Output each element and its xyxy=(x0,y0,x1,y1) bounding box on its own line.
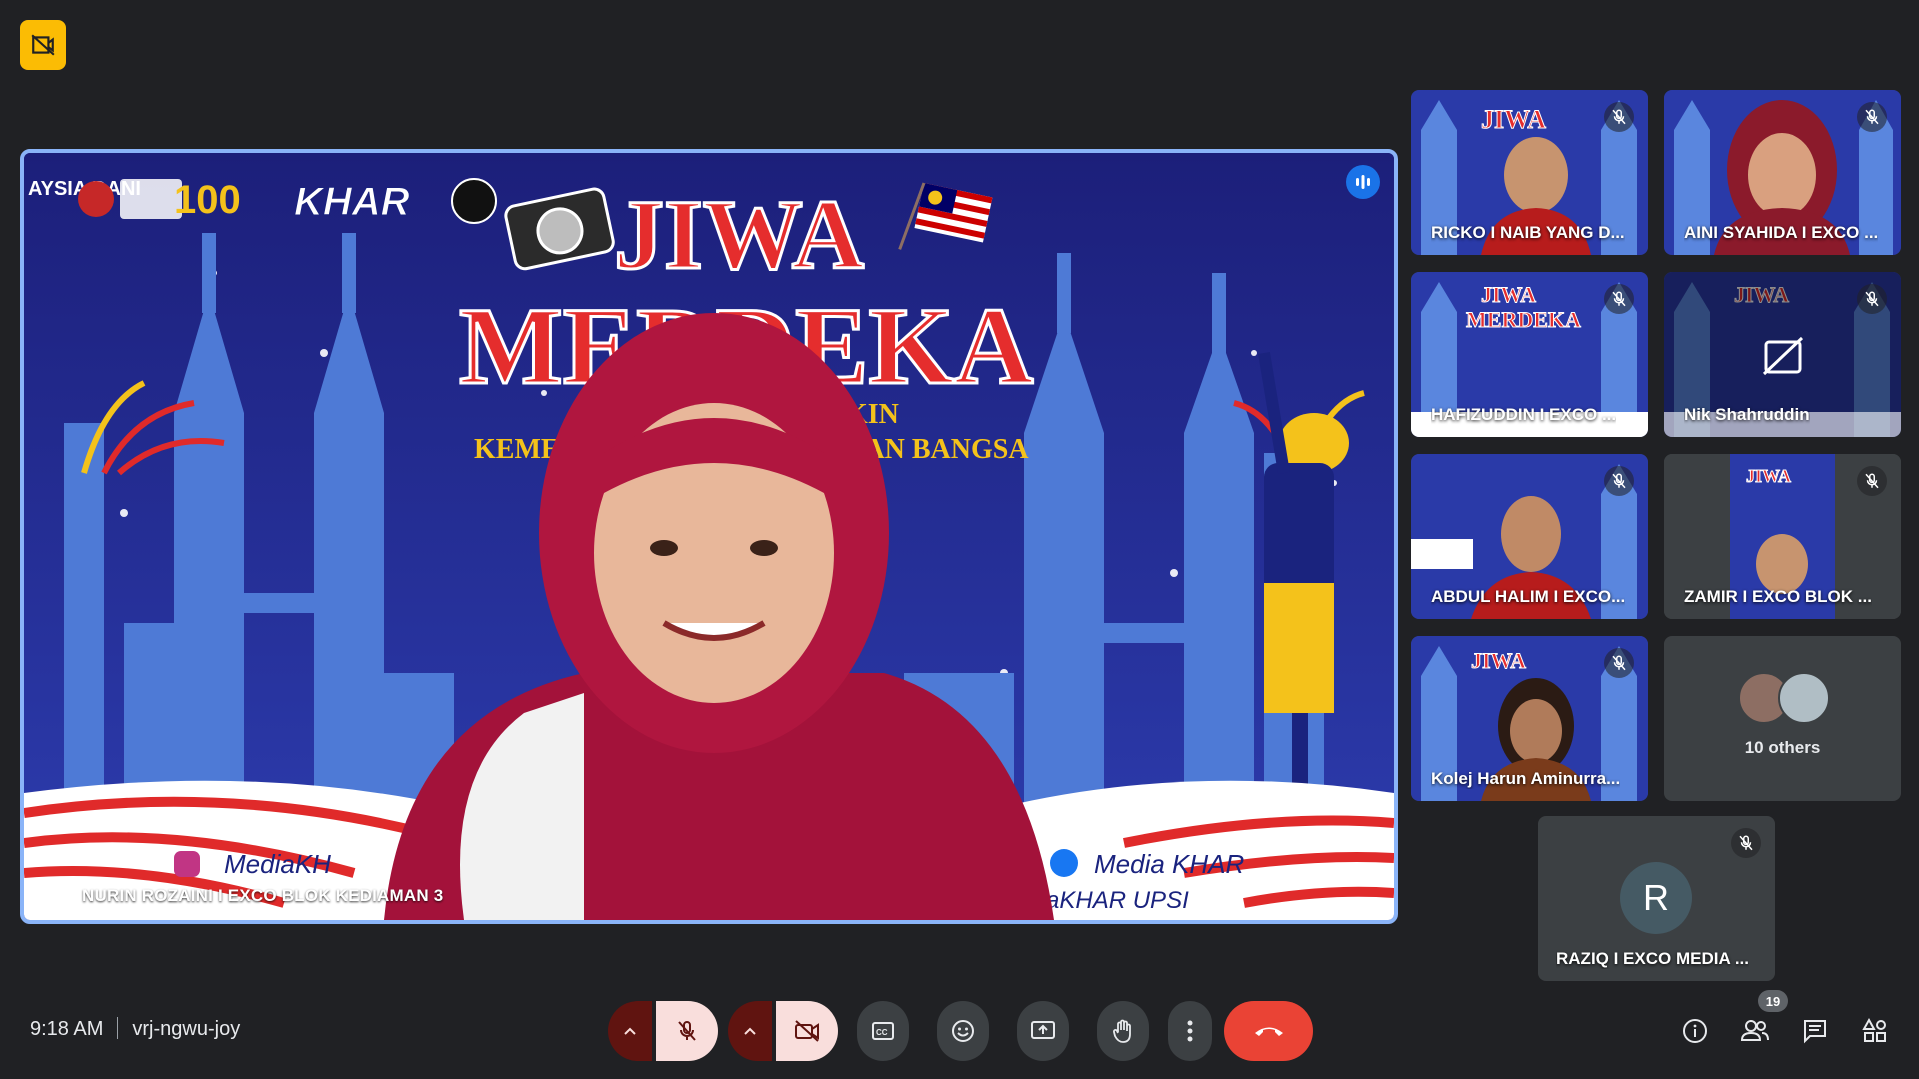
mic-off-icon xyxy=(1612,291,1626,307)
camera-off-icon xyxy=(795,1020,819,1042)
mic-off-icon xyxy=(1865,109,1879,125)
social-instagram-label: MediaKH xyxy=(224,849,331,879)
participant-tile-kolej-harun[interactable]: JIWA Kolej Harun Aminurra... xyxy=(1411,636,1648,801)
mic-off-indicator xyxy=(1857,466,1887,496)
participant-name: ZAMIR I EXCO BLOK ... xyxy=(1684,587,1872,606)
meeting-details-button[interactable] xyxy=(1677,1013,1713,1049)
mic-off-indicator xyxy=(1604,284,1634,314)
mic-off-icon xyxy=(1612,109,1626,125)
participant-tile-hafizuddin[interactable]: JIWA MERDEKA HAFIZUDDIN I EXCO ... xyxy=(1411,272,1648,437)
participant-name: AINI SYAHIDA I EXCO ... xyxy=(1684,223,1879,242)
banner-title-1: JIWA xyxy=(614,179,864,290)
camera-off-icon xyxy=(1762,336,1804,376)
mic-off-indicator xyxy=(1604,102,1634,132)
participant-name: HAFIZUDDIN I EXCO ... xyxy=(1431,405,1617,424)
mic-off-icon xyxy=(1612,655,1626,671)
emoji-icon xyxy=(952,1020,974,1042)
svg-text:CC: CC xyxy=(876,1028,888,1037)
audio-options-button[interactable] xyxy=(608,1001,652,1061)
activities-button[interactable] xyxy=(1857,1013,1893,1049)
people-count-badge: 19 xyxy=(1758,990,1788,1012)
svg-text:MERDEKA: MERDEKA xyxy=(1466,307,1581,332)
camera-off-square-icon xyxy=(31,34,55,56)
people-button[interactable] xyxy=(1737,1013,1773,1049)
pin-icon[interactable] xyxy=(38,882,60,908)
others-avatars xyxy=(1738,672,1830,724)
svg-text:JIWA: JIWA xyxy=(1471,648,1526,673)
participant-tile-aini[interactable]: AINI SYAHIDA I EXCO ... xyxy=(1664,90,1901,255)
participant-name: RICKO I NAIB YANG D... xyxy=(1431,223,1625,242)
participant-tile-nik[interactable]: JIWA Nik Shahruddin xyxy=(1664,272,1901,437)
chat-icon xyxy=(1804,1020,1826,1044)
participant-name: RAZIQ I EXCO MEDIA ... xyxy=(1556,949,1749,968)
captions-icon: CC xyxy=(872,1022,894,1040)
main-participant-name: NURIN ROZAINI I EXCO BLOK KEDIAMAN 3 xyxy=(82,886,444,905)
participant-tile-ricko[interactable]: JIWA RICKO I NAIB YANG D... xyxy=(1411,90,1648,255)
others-tile[interactable]: 10 others xyxy=(1664,636,1901,801)
present-icon xyxy=(1031,1021,1055,1039)
participant-name: ABDUL HALIM I EXCO... xyxy=(1431,587,1626,606)
host-controls-badge[interactable] xyxy=(20,20,66,70)
end-call-icon xyxy=(1254,1027,1283,1036)
avatar xyxy=(1778,672,1830,724)
participant-name: Kolej Harun Aminurra... xyxy=(1431,769,1621,788)
khar-logo: KHAR xyxy=(294,180,410,224)
mic-toggle-button[interactable] xyxy=(656,1001,718,1061)
mic-off-icon xyxy=(678,1020,696,1041)
people-icon xyxy=(1740,1020,1769,1041)
mic-off-indicator xyxy=(1604,648,1634,678)
mic-off-icon xyxy=(1865,473,1879,489)
participant-tile-abdul[interactable]: ABDUL HALIM I EXCO... xyxy=(1411,454,1648,619)
avatar: R xyxy=(1620,862,1692,934)
participant-name: Nik Shahruddin xyxy=(1684,405,1810,424)
main-video-tile[interactable]: AYSIA DANI 100 KHAR JIWA MERDEKA KEMEI N… xyxy=(20,149,1398,924)
social-facebook-label: Media KHAR xyxy=(1094,849,1244,879)
participant-tile-zamir[interactable]: JIWA ZAMIR I EXCO BLOK ... xyxy=(1664,454,1901,619)
captions-button[interactable]: CC xyxy=(857,1001,909,1061)
chat-button[interactable] xyxy=(1797,1013,1833,1049)
meeting-code: vrj-ngwu-joy xyxy=(132,1018,241,1040)
mic-off-indicator xyxy=(1731,828,1761,858)
meeting-info: 9:18 AM vrj-ngwu-joy xyxy=(30,1017,240,1041)
active-speaker-indicator xyxy=(1346,165,1380,199)
present-now-button[interactable] xyxy=(1017,1001,1069,1061)
mic-off-icon xyxy=(1739,835,1753,851)
self-tile[interactable]: R RAZIQ I EXCO MEDIA ... xyxy=(1538,816,1775,981)
mic-off-indicator xyxy=(1857,284,1887,314)
raise-hand-icon xyxy=(1113,1019,1131,1043)
mic-off-icon xyxy=(1612,473,1626,489)
more-options-button[interactable] xyxy=(1168,1001,1212,1061)
raise-hand-button[interactable] xyxy=(1097,1001,1149,1061)
leave-call-button[interactable] xyxy=(1224,1001,1313,1061)
chevron-up-icon xyxy=(624,1027,636,1035)
svg-text:JIWA: JIWA xyxy=(1746,466,1791,486)
anniversary-logo: 100 xyxy=(174,178,241,222)
emoji-reaction-button[interactable] xyxy=(937,1001,989,1061)
mic-off-indicator xyxy=(1857,102,1887,132)
info-icon xyxy=(1683,1019,1707,1043)
svg-text:JIWA: JIWA xyxy=(1481,105,1546,134)
camera-toggle-button[interactable] xyxy=(776,1001,838,1061)
others-count-label: 10 others xyxy=(1744,738,1821,757)
chevron-up-icon xyxy=(744,1027,756,1035)
divider xyxy=(117,1017,119,1039)
clock-time: 9:18 AM xyxy=(30,1018,104,1040)
mic-off-indicator xyxy=(1604,466,1634,496)
audio-level-icon xyxy=(1356,175,1370,189)
video-frame: AYSIA DANI 100 KHAR JIWA MERDEKA KEMEI N… xyxy=(24,153,1394,920)
video-options-button[interactable] xyxy=(728,1001,772,1061)
activities-icon xyxy=(1862,1017,1886,1042)
svg-text:JIWA: JIWA xyxy=(1481,282,1536,307)
more-vert-icon xyxy=(1187,1020,1193,1042)
mic-off-icon xyxy=(1865,291,1879,307)
